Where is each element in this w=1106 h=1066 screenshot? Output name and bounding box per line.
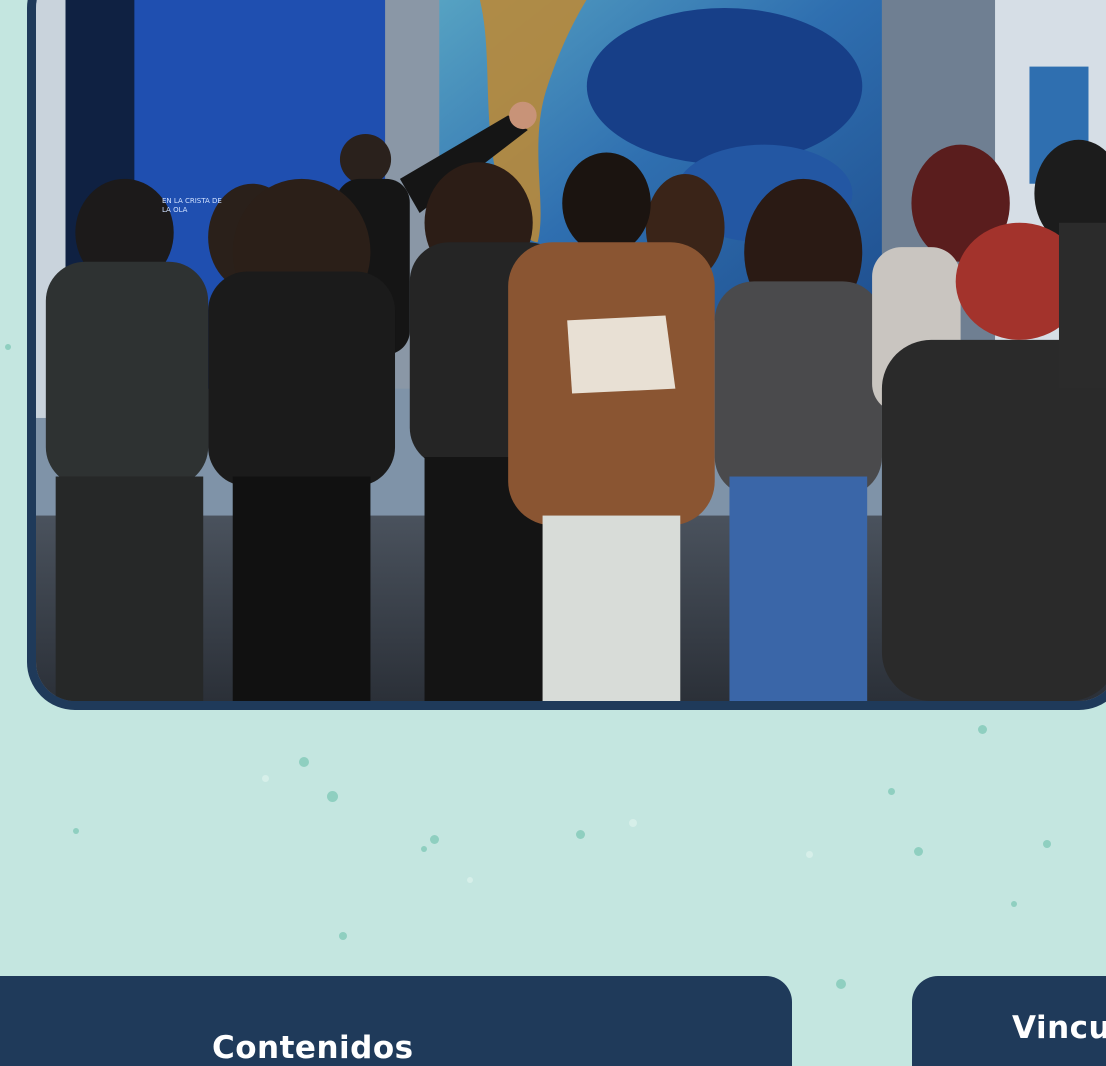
decorative-dot (1011, 901, 1017, 907)
decorative-dot (576, 830, 585, 839)
decorative-dot (421, 846, 427, 852)
decorative-dot (836, 979, 846, 989)
photo-sign-text: EN LA CRISTA DE LA OLA (162, 197, 222, 214)
decorative-dot (467, 877, 473, 883)
decorative-dot (1043, 840, 1051, 848)
decorative-dot (262, 775, 269, 782)
decorative-dot (430, 835, 439, 844)
decorative-dot (629, 819, 637, 827)
decorative-dot (806, 851, 813, 858)
decorative-dot (73, 828, 79, 834)
decorative-dot (299, 757, 309, 767)
photo-illustration (36, 0, 1106, 701)
decorative-dot (327, 791, 338, 802)
vinculos-card[interactable]: Vincu (912, 976, 1106, 1066)
decorative-dot (978, 725, 987, 734)
group-photo: EN LA CRISTA DE LA OLA (27, 0, 1106, 710)
vinculos-card-title: Vincu (1012, 1010, 1106, 1046)
contenidos-card-title: Contenidos (212, 1030, 414, 1066)
contenidos-card[interactable]: Contenidos (0, 976, 792, 1066)
decorative-dot (339, 932, 347, 940)
decorative-dot (888, 788, 895, 795)
decorative-dot (914, 847, 923, 856)
decorative-dot (5, 344, 11, 350)
